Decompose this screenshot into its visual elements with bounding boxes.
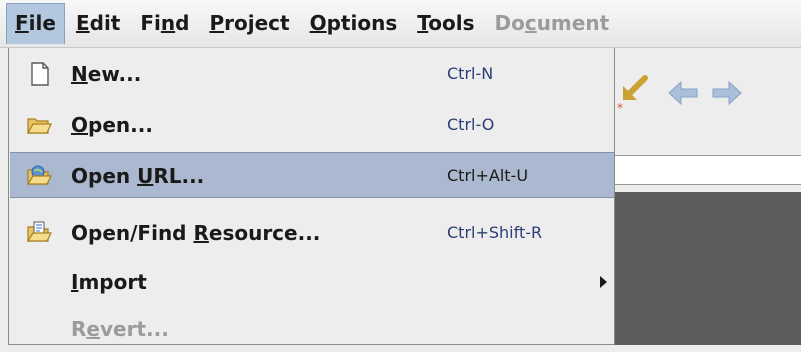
open-resource-icon <box>26 221 52 242</box>
menu-item-label: Import <box>71 270 147 294</box>
back-arrow-icon[interactable] <box>667 78 699 108</box>
label-pre: R <box>71 317 87 341</box>
menu-item-label: New... <box>71 62 141 86</box>
menu-file[interactable]: File <box>6 3 65 44</box>
menu-label-rest: ools <box>428 11 475 35</box>
menu-label-rest: dit <box>89 11 121 35</box>
menu-item-label: Open... <box>71 113 153 137</box>
open-folder-icon <box>26 118 52 134</box>
menu-item-shortcut: Ctrl+Alt-U <box>447 166 529 185</box>
menu-tools[interactable]: Tools <box>408 3 483 44</box>
label-mnemonic: e <box>86 317 100 341</box>
label-mnemonic: R <box>193 221 209 245</box>
open-url-icon <box>26 165 52 185</box>
menu-item-shortcut: Ctrl+Shift-R <box>447 223 543 242</box>
address-field[interactable] <box>615 155 801 185</box>
menu-label-pre: Fi <box>140 11 161 35</box>
menu-item-open-url[interactable]: Open URL... Ctrl+Alt-U <box>10 152 614 198</box>
menu-item-label: Open/Find Resource... <box>71 221 320 245</box>
menu-item-shortcut: Ctrl-N <box>447 64 494 83</box>
menu-item-label: Open URL... <box>71 164 204 188</box>
menu-mnemonic: T <box>417 11 429 35</box>
file-menu-dropdown: New... Ctrl-N Open... Ctrl-O Open URL...… <box>8 48 615 345</box>
menu-item-shortcut: Ctrl-O <box>447 115 495 134</box>
label-mnemonic: U <box>137 164 154 188</box>
menu-label-rest: d <box>175 11 190 35</box>
menu-item-open-find-resource[interactable]: Open/Find Resource... Ctrl+Shift-R <box>10 210 614 256</box>
menu-mnemonic: P <box>209 11 225 35</box>
menu-item-open[interactable]: Open... Ctrl-O <box>10 102 614 148</box>
svg-text:*: * <box>617 101 623 114</box>
menu-item-label: Revert... <box>71 317 169 341</box>
label-rest: ew... <box>87 62 142 86</box>
toolbar: * <box>615 48 801 153</box>
collapse-arrow-icon[interactable]: * <box>615 70 655 114</box>
label-rest: mport <box>78 270 147 294</box>
menu-item-revert[interactable]: Revert... <box>10 306 614 352</box>
menu-label-pre: Do <box>494 11 525 35</box>
menu-document[interactable]: Document <box>485 3 618 44</box>
menu-item-import[interactable]: Import <box>10 259 614 305</box>
menu-bar: File Edit Find Project Options Tools Doc… <box>0 0 801 48</box>
menu-mnemonic: c <box>524 11 537 35</box>
menu-item-new[interactable]: New... Ctrl-N <box>10 51 614 97</box>
label-rest: pen... <box>88 113 153 137</box>
menu-label-rest: ile <box>28 11 56 35</box>
editor-area <box>615 192 801 345</box>
menu-label-rest: ument <box>536 11 610 35</box>
menu-label-rest: ptions <box>326 11 398 35</box>
label-rest: esource... <box>208 221 321 245</box>
label-rest: vert... <box>99 317 169 341</box>
menu-mnemonic: E <box>75 11 90 35</box>
menu-mnemonic: O <box>309 11 327 35</box>
label-mnemonic: N <box>71 62 88 86</box>
menu-options[interactable]: Options <box>301 3 407 44</box>
label-mnemonic: O <box>71 113 89 137</box>
menu-mnemonic: F <box>15 11 29 35</box>
menu-mnemonic: n <box>160 11 176 35</box>
menu-edit[interactable]: Edit <box>67 3 129 44</box>
forward-arrow-icon[interactable] <box>711 78 743 108</box>
label-pre: Open <box>71 164 138 188</box>
menu-find[interactable]: Find <box>131 3 198 44</box>
submenu-arrow-icon <box>600 276 607 288</box>
label-rest: RL... <box>153 164 205 188</box>
label-pre: Open/Find <box>71 221 194 245</box>
menu-project[interactable]: Project <box>200 3 298 44</box>
menu-label-rest: roject <box>224 11 290 35</box>
new-file-icon <box>31 62 49 86</box>
